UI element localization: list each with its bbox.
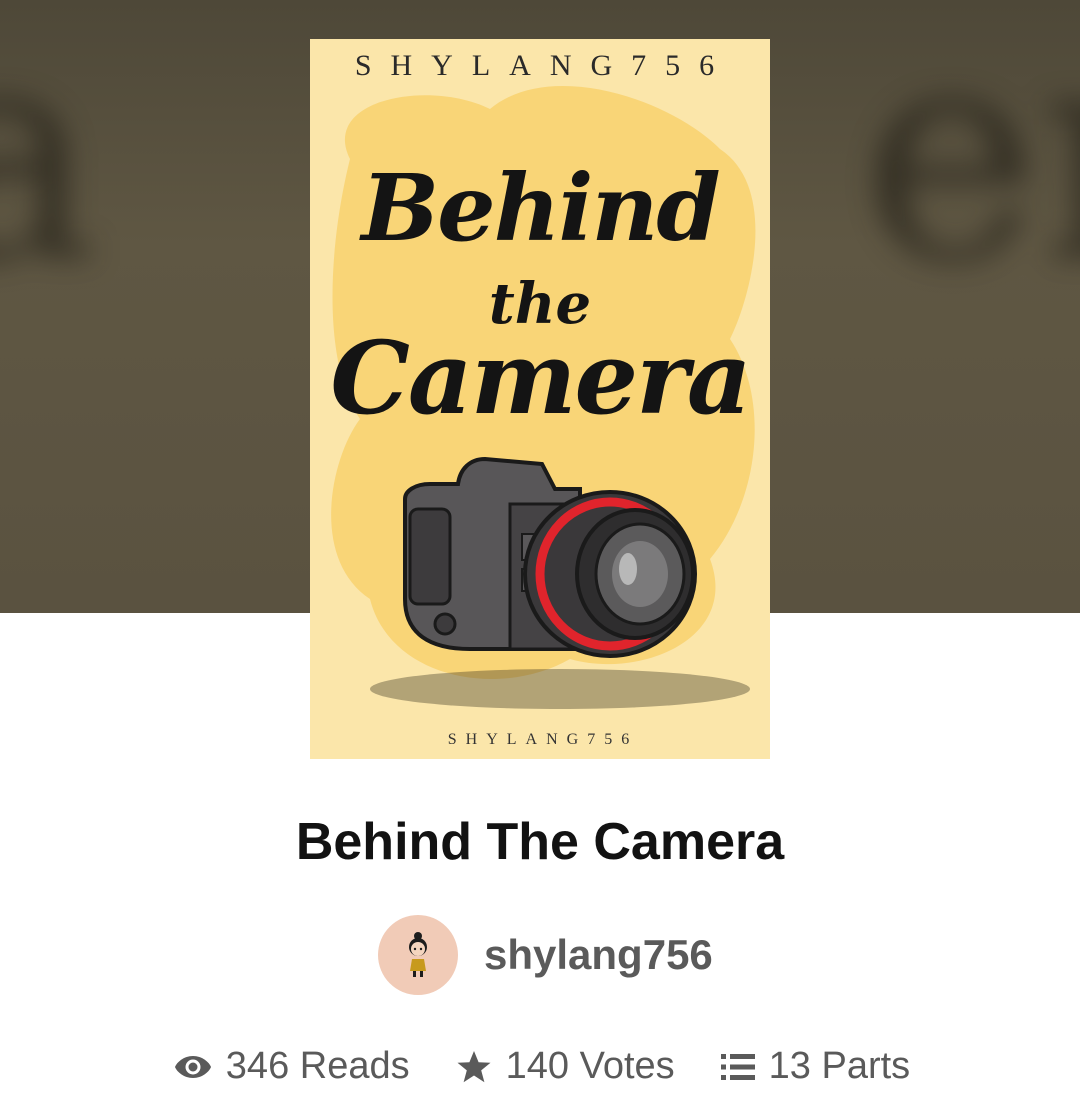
parts-count[interactable]: 13 Parts	[769, 1045, 911, 1088]
votes-count: 140 Votes	[505, 1045, 675, 1087]
cover-title-line-3: Camera	[330, 319, 751, 437]
book-cover[interactable]: SHYLANG756 Behind the Camera SHYLANG756	[310, 39, 770, 759]
story-title: Behind The Camera	[295, 813, 785, 871]
votes-stat: 140 Votes	[456, 1045, 675, 1088]
parts-stat[interactable]: 13 Parts	[720, 1045, 911, 1088]
reads-stat: 346 Reads	[174, 1045, 410, 1088]
cover-title-line-1: Behind	[361, 154, 720, 262]
list-icon	[720, 1053, 755, 1081]
author-link[interactable]: shylang756	[378, 915, 713, 995]
cover-author-bottom: SHYLANG756	[447, 731, 639, 748]
author-name[interactable]: shylang756	[484, 931, 713, 979]
avatar-icon	[409, 932, 427, 977]
reads-count: 346 Reads	[225, 1045, 410, 1087]
star-icon	[456, 1050, 492, 1084]
story-stats: 346 Reads 140 Votes 13 Parts	[0, 1045, 1080, 1088]
avatar[interactable]	[378, 915, 458, 995]
cover-author-top: SHYLANG756	[354, 49, 734, 82]
story-details-page: a ero SHYLANG756 Behind the	[0, 0, 1080, 1117]
eye-icon	[174, 1054, 212, 1080]
